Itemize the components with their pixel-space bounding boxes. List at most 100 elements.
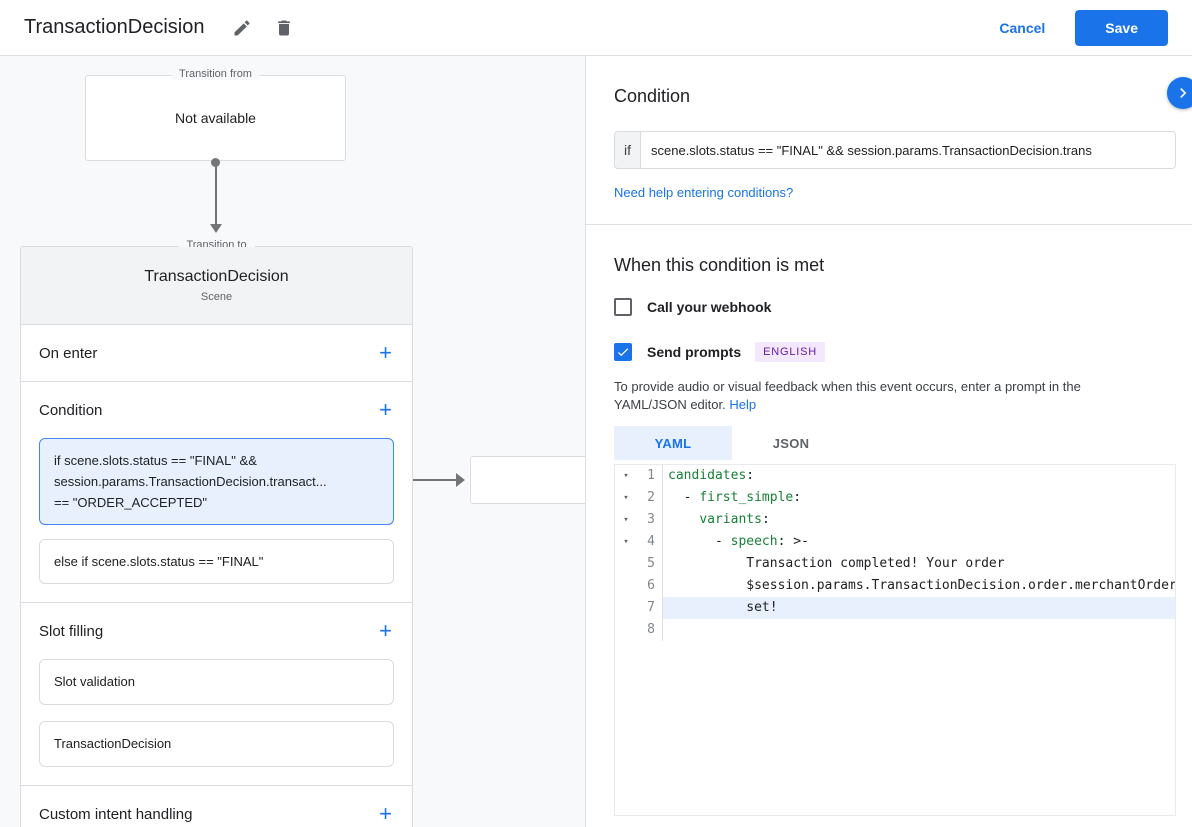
pencil-icon [232,18,252,38]
condition-card-selected[interactable]: if scene.slots.status == "FINAL" && sess… [39,438,394,525]
send-prompts-checkbox[interactable] [614,343,632,361]
fold-toggle-icon[interactable]: ▾ [615,487,637,509]
call-webhook-checkbox[interactable] [614,298,632,316]
send-prompts-label: Send prompts [647,344,741,360]
when-condition-title: When this condition is met [614,255,1192,276]
add-condition-button[interactable]: + [377,399,394,421]
section-on-enter: On enter + [21,325,412,381]
scene-title: TransactionDecision [144,268,288,286]
description-text: To provide audio or visual feedback when… [614,379,1081,412]
language-badge: ENGLISH [755,342,825,362]
add-slot-button[interactable]: + [377,620,394,642]
line-number: 7 [637,597,663,619]
call-webhook-label: Call your webhook [647,299,771,315]
edit-title-button[interactable] [226,12,258,44]
line-number: 3 [637,509,663,531]
delete-scene-button[interactable] [268,12,300,44]
code-text: - speech: >- [663,531,1175,553]
condition-inspector-panel: Condition if Need help entering conditio… [586,56,1192,827]
code-plain: : [746,468,754,483]
arrow-down-icon [210,224,222,233]
code-plain: - [668,490,699,505]
webhook-row: Call your webhook [614,298,1192,316]
tab-yaml[interactable]: YAML [614,426,732,460]
save-button[interactable]: Save [1075,10,1168,46]
transition-from-box: Transition from Not available [85,75,346,161]
fold-toggle-icon[interactable]: ▾ [615,465,637,487]
tab-json[interactable]: JSON [732,426,850,460]
code-text [663,619,1175,641]
condition-help-link[interactable]: Need help entering conditions? [614,185,793,200]
add-on-enter-button[interactable]: + [377,342,394,364]
fold-toggle-icon [615,619,637,641]
code-plain [668,512,699,527]
code-line: 5 Transaction completed! Your order [615,553,1175,575]
condition-section-label: Condition [39,402,102,419]
code-text: $session.params.TransactionDecision.orde… [663,575,1175,597]
scene-subtitle: Scene [201,291,232,303]
scene-graph-panel: Transition from Not available Transition… [0,56,586,827]
topbar: TransactionDecision Cancel Save [0,0,1192,56]
condition-input[interactable] [640,131,1176,169]
code-text: - first_simple: [663,487,1175,509]
code-plain: : [793,490,801,505]
slot-card-validation[interactable]: Slot validation [39,659,394,705]
page-title: TransactionDecision [24,16,204,39]
inspector-title: Condition [614,86,1192,107]
code-plain: - [668,534,731,549]
condition-cards: if scene.slots.status == "FINAL" && sess… [21,438,412,602]
arrow-right-icon [456,473,465,487]
slot-cards: Slot validation TransactionDecision [21,659,412,785]
cancel-button[interactable]: Cancel [999,20,1045,36]
help-link[interactable]: Help [729,397,756,412]
connector-line-vertical [215,166,217,226]
condition-card-line: == "ORDER_ACCEPTED" [54,492,379,513]
transition-target-box[interactable] [470,456,586,504]
transition-from-value: Not available [175,110,256,126]
section-custom-intent: Custom intent handling + [21,786,412,827]
scene-card: Transition to TransactionDecision Scene … [20,246,413,827]
fold-toggle-icon[interactable]: ▾ [615,509,637,531]
code-line: 6 $session.params.TransactionDecision.or… [615,575,1175,597]
condition-card[interactable]: else if scene.slots.status == "FINAL" [39,539,394,584]
fold-toggle-icon [615,553,637,575]
code-text: Transaction completed! Your order [663,553,1175,575]
collapse-panel-button[interactable] [1167,77,1192,109]
code-line-active: 7 set! [615,597,1175,619]
condition-card-line: else if scene.slots.status == "FINAL" [54,551,379,572]
slot-filling-label: Slot filling [39,623,103,640]
add-custom-intent-button[interactable]: + [377,803,394,825]
slot-card-transaction-decision[interactable]: TransactionDecision [39,721,394,767]
code-line: ▾ 1 candidates: [615,465,1175,487]
line-number: 6 [637,575,663,597]
code-line: 8 [615,619,1175,641]
code-line: ▾ 3 variants: [615,509,1175,531]
code-key: speech [731,534,778,549]
line-number: 8 [637,619,663,641]
code-plain: : [762,512,770,527]
code-key: candidates [668,468,746,483]
transition-from-label: Transition from [171,68,260,80]
code-text: variants: [663,509,1175,531]
code-key: variants [699,512,762,527]
yaml-editor[interactable]: ▾ 1 candidates: ▾ 2 - first_simple: ▾ 3 … [614,464,1176,816]
condition-card-line: if scene.slots.status == "FINAL" && [54,450,379,471]
condition-input-row: if [614,131,1176,169]
condition-card-line: session.params.TransactionDecision.trans… [54,471,379,492]
fold-toggle-icon[interactable]: ▾ [615,531,637,553]
code-line: ▾ 4 - speech: >- [615,531,1175,553]
fold-toggle-icon [615,597,637,619]
line-number: 1 [637,465,663,487]
scene-card-header[interactable]: TransactionDecision Scene [21,247,412,325]
code-plain: : >- [778,534,809,549]
app: TransactionDecision Cancel Save Transiti… [0,0,1192,827]
code-plain: Transaction completed! Your order [668,556,1005,571]
checkmark-icon [616,345,630,359]
code-text: set! [663,597,1175,619]
chevron-right-icon [1173,83,1192,103]
line-number: 5 [637,553,663,575]
fold-toggle-icon [615,575,637,597]
divider [586,224,1192,225]
on-enter-label: On enter [39,345,97,362]
code-plain: $session.params.TransactionDecision.orde… [668,578,1175,593]
